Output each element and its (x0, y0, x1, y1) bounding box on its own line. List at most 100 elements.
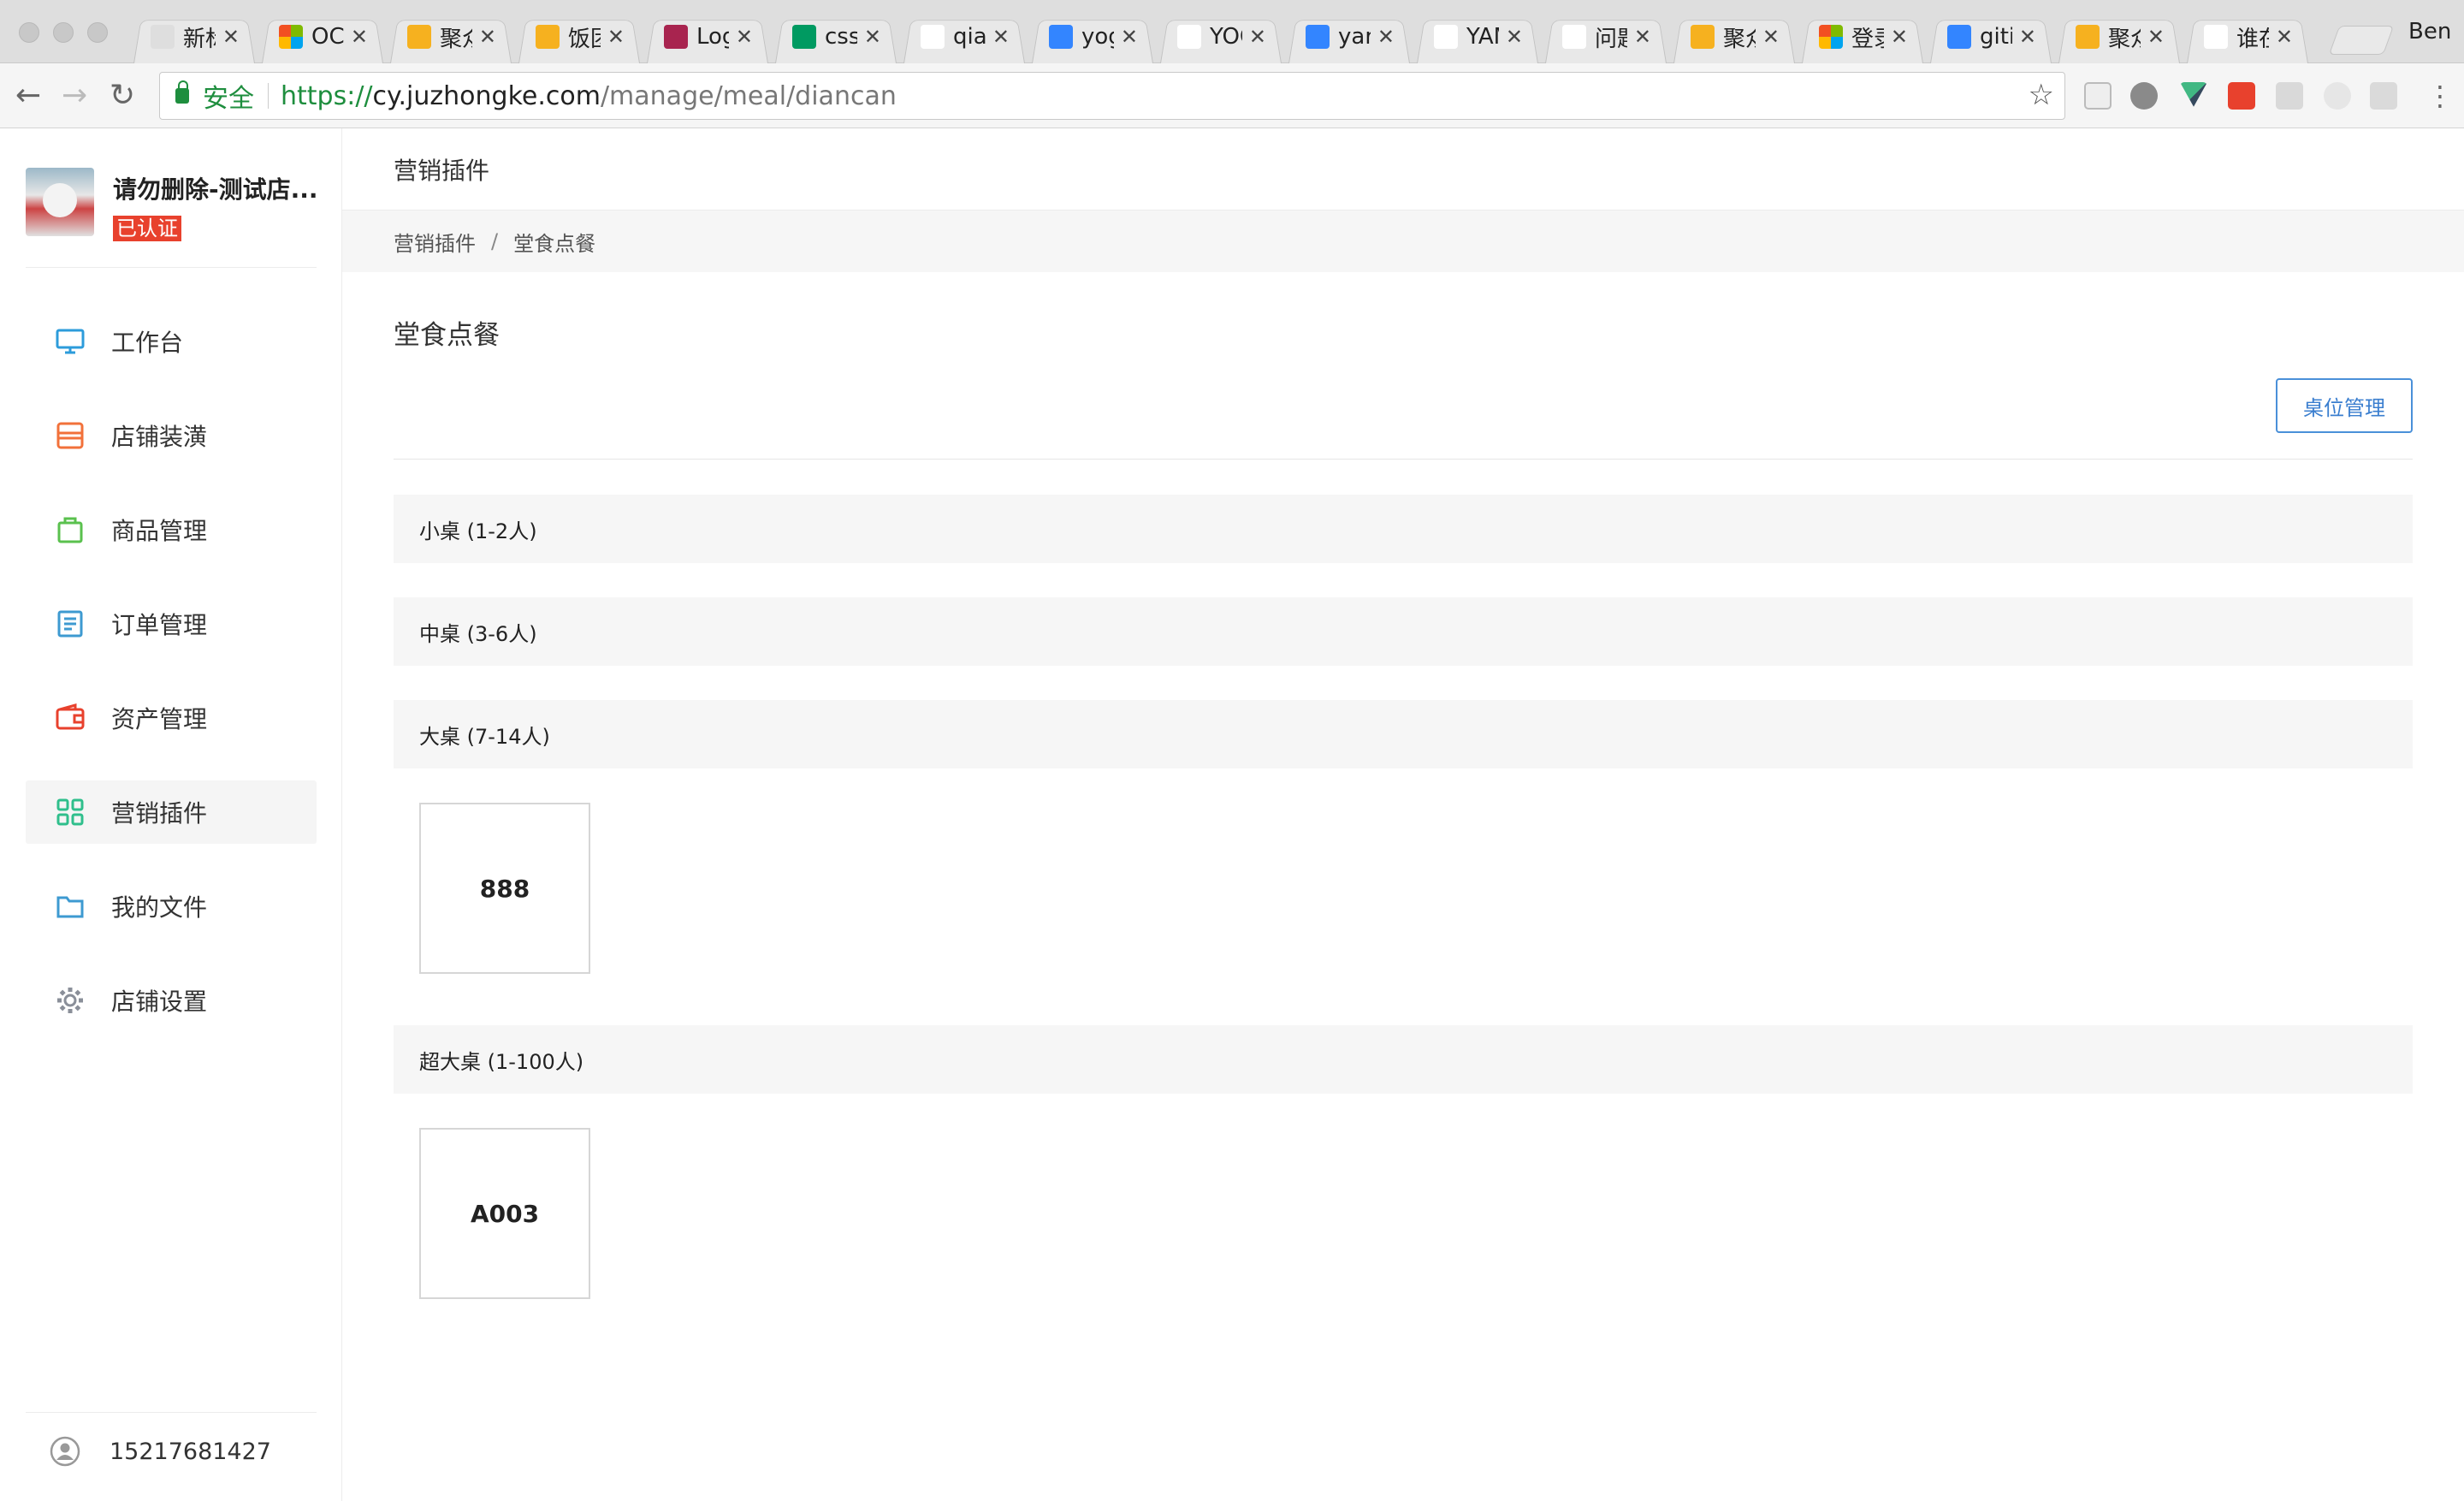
browser-tab-label: YOG (1210, 24, 1242, 50)
browser-tab[interactable]: 聚众✕ (1667, 10, 1795, 63)
browser-tab[interactable]: 谁在 ✕ (2180, 10, 2308, 63)
browser-tab[interactable]: 登录 ✕ (1795, 10, 1923, 63)
user-phone: 15217681427 (110, 1438, 271, 1465)
sidebar-divider (26, 267, 317, 268)
extension-vue-icon[interactable] (2180, 82, 2207, 107)
browser-tab-label: 饭团 (568, 26, 601, 52)
content-divider (394, 459, 2413, 460)
browser-tab-label: 聚众 (440, 26, 472, 52)
table-card[interactable]: 888 (419, 803, 590, 974)
browser-menu-icon[interactable]: ⋮ (2426, 79, 2454, 113)
extension-layout-icon[interactable] (2084, 82, 2112, 110)
table-management-button[interactable]: 桌位管理 (2276, 378, 2413, 433)
wallet-icon (56, 703, 85, 730)
browser-tab[interactable]: Log ✕ (640, 10, 768, 63)
sidebar-item[interactable]: 资产管理 (26, 686, 317, 750)
profile-name[interactable]: Ben (2408, 19, 2451, 44)
jzk-icon (2076, 25, 2100, 49)
table-group-body: 888 (394, 768, 2413, 1025)
tab-close-icon[interactable]: ✕ (1249, 25, 1266, 49)
jzk-icon (407, 25, 431, 49)
tab-close-icon[interactable]: ✕ (222, 25, 240, 49)
section-title: 堂食点餐 (394, 320, 500, 351)
secure-label: 安全 (203, 84, 254, 114)
address-bar[interactable]: 安全 https://cy.juzhongke.com/manage/meal/… (159, 72, 2065, 120)
tab-close-icon[interactable]: ✕ (1121, 25, 1138, 49)
tab-close-icon[interactable]: ✕ (736, 25, 753, 49)
tab-close-icon[interactable]: ✕ (1634, 25, 1651, 49)
browser-tab[interactable]: YOG ✕ (1153, 10, 1282, 63)
tab-close-icon[interactable]: ✕ (351, 25, 368, 49)
back-arrow-icon[interactable]: ← (15, 79, 41, 113)
extension-chrome-icon[interactable] (2324, 82, 2351, 110)
blank-icon (151, 25, 175, 49)
browser-tab[interactable]: 问题 ✕ (1538, 10, 1667, 63)
sidebar-item[interactable]: 工作台 (26, 310, 317, 373)
tab-close-icon[interactable]: ✕ (607, 25, 625, 49)
shop-profile[interactable]: 请勿删除-测试店... 已认证 (26, 168, 318, 241)
tab-close-icon[interactable]: ✕ (2019, 25, 2036, 49)
r-icon (664, 25, 688, 49)
sidebar: 请勿删除-测试店... 已认证 工作台店铺装潢商品管理订单管理资产管理营销插件我… (0, 128, 342, 1501)
browser-tab[interactable]: yarr✕ (1282, 10, 1410, 63)
minimize-window-button[interactable] (53, 22, 74, 43)
tab-close-icon[interactable]: ✕ (864, 25, 881, 49)
breadcrumb-item-plugins[interactable]: 营销插件 (394, 227, 476, 257)
browser-tab[interactable]: gitig ✕ (1923, 10, 2052, 63)
browser-tab[interactable]: 饭团✕ (512, 10, 640, 63)
browser-tab[interactable]: 聚众✕ (2052, 10, 2180, 63)
browser-tab[interactable]: 聚众 ✕ (383, 10, 512, 63)
user-account[interactable]: 15217681427 (50, 1436, 271, 1467)
browser-tab[interactable]: qiar✕ (897, 10, 1025, 63)
browser-tab-bar: 新标签页✕OCR✕聚众✕饭团✕Log✕css✕qiar✕yog✕YOG✕yarr… (0, 0, 2464, 63)
table-group-header: 小桌 (1-2人) (394, 495, 2413, 563)
browser-tab[interactable]: YAM ✕ (1410, 10, 1538, 63)
sidebar-item[interactable]: 订单管理 (26, 592, 317, 656)
sidebar-item[interactable]: 店铺设置 (26, 969, 317, 1032)
browser-tab-label: YAM (1466, 24, 1499, 50)
sidebar-item-label: 工作台 (111, 329, 184, 357)
sidebar-item[interactable]: 营销插件 (26, 780, 317, 844)
table-group-header: 大桌 (7-14人) (394, 700, 2413, 768)
extension-evernote-icon[interactable] (2130, 82, 2158, 110)
table-card[interactable]: A003 (419, 1128, 590, 1299)
url-scheme: https:// (281, 80, 373, 111)
grid-icon (56, 798, 84, 826)
sidebar-item[interactable]: 店铺装潢 (26, 404, 317, 467)
tab-close-icon[interactable]: ✕ (1762, 25, 1780, 49)
tab-close-icon[interactable]: ✕ (1377, 25, 1395, 49)
tab-close-icon[interactable]: ✕ (1506, 25, 1523, 49)
sidebar-item-label: 店铺设置 (111, 988, 208, 1016)
baidu-icon (1306, 25, 1330, 49)
browser-tab[interactable]: css ✕ (768, 10, 897, 63)
tab-close-icon[interactable]: ✕ (992, 25, 1010, 49)
folder-icon (56, 896, 84, 918)
store-icon (56, 422, 84, 449)
verified-badge: 已认证 (113, 216, 181, 241)
sidebar-footer-divider (26, 1412, 317, 1413)
bag-icon (57, 517, 83, 543)
forward-arrow-icon[interactable]: → (62, 79, 87, 113)
bookmark-star-icon[interactable]: ☆ (2029, 78, 2054, 112)
url-path: /manage/meal/diancan (600, 80, 897, 111)
sidebar-item[interactable]: 商品管理 (26, 498, 317, 561)
extension-fe-icon[interactable] (2228, 82, 2255, 110)
browser-tab-label: Log (696, 24, 729, 50)
sidebar-item-label: 店铺装潢 (111, 423, 208, 451)
tab-close-icon[interactable]: ✕ (2276, 25, 2293, 49)
new-tab-button[interactable] (2328, 26, 2395, 55)
reload-icon[interactable]: ↻ (110, 79, 135, 113)
sidebar-item[interactable]: 我的文件 (26, 875, 317, 938)
browser-tab[interactable]: yog ✕ (1025, 10, 1153, 63)
shop-name: 请勿删除-测试店... (113, 175, 318, 204)
browser-tab[interactable]: OCR ✕ (255, 10, 383, 63)
maximize-window-button[interactable] (87, 22, 108, 43)
sidebar-item-label: 我的文件 (111, 893, 208, 922)
extension-tree-icon[interactable] (2370, 82, 2397, 110)
close-window-button[interactable] (19, 22, 39, 43)
browser-tab[interactable]: 新标签页✕ (127, 10, 255, 63)
extension-grid-icon[interactable] (2276, 82, 2303, 110)
tab-close-icon[interactable]: ✕ (479, 25, 496, 49)
tab-close-icon[interactable]: ✕ (2147, 25, 2165, 49)
tab-close-icon[interactable]: ✕ (1891, 25, 1908, 49)
